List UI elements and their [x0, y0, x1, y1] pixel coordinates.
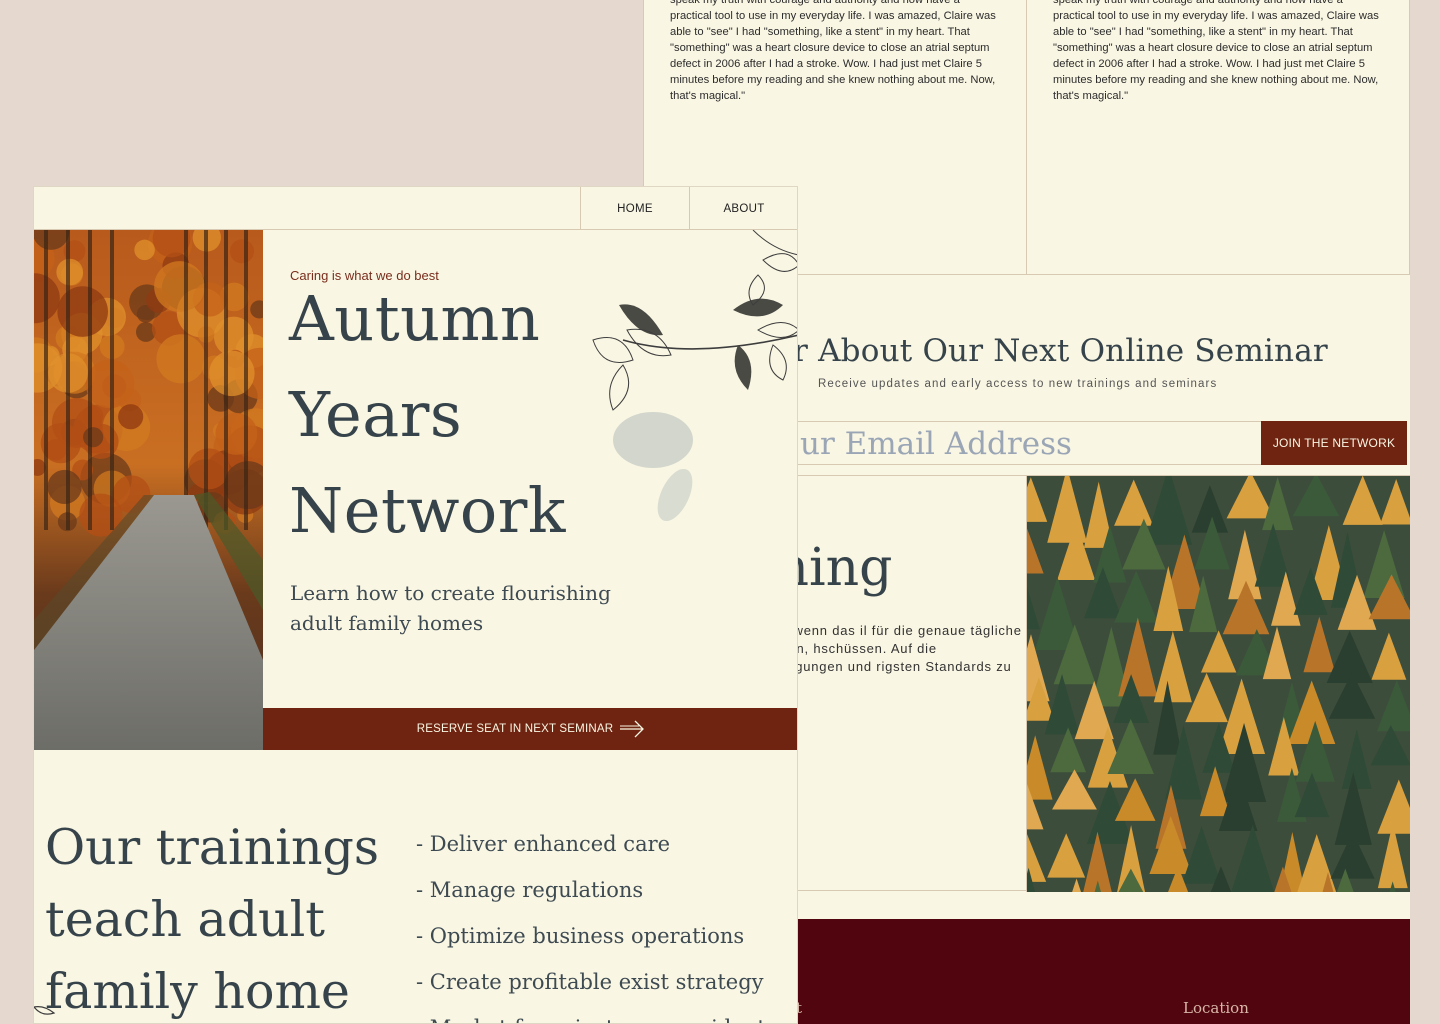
- forest-image: [1026, 476, 1410, 892]
- list-item: - Market for private pay residents: [416, 1005, 776, 1023]
- small-leaf-icon: [34, 1006, 56, 1015]
- arrow-right-icon: [620, 720, 645, 738]
- reserve-seat-label: RESERVE SEAT IN NEXT SEMINAR: [416, 723, 614, 735]
- footer-location-label: Location: [1183, 999, 1249, 1017]
- front-page-mockup: HOME ABOUT Caring is what we do best Aut…: [33, 186, 798, 1024]
- hero-subtitle: Learn how to create flourishing adult fa…: [290, 581, 611, 635]
- hero-section: Caring is what we do best Autumn Years N…: [263, 230, 797, 708]
- reserve-seat-button[interactable]: RESERVE SEAT IN NEXT SEMINAR: [263, 708, 797, 750]
- list-item: - Create profitable exist strategy: [416, 970, 764, 994]
- email-field-wrapper: [793, 421, 1261, 465]
- list-item: - Manage regulations: [416, 878, 644, 902]
- top-nav: HOME ABOUT: [34, 187, 797, 230]
- join-network-button[interactable]: JOIN THE NETWORK: [1261, 421, 1407, 465]
- autumn-road-image: [34, 230, 263, 750]
- hero-title-line: Network: [289, 474, 566, 547]
- nav-home-link[interactable]: HOME: [580, 187, 689, 230]
- trainings-list: - Deliver enhanced care - Manage regulat…: [416, 821, 776, 1023]
- list-item: - Optimize business operations: [416, 924, 745, 948]
- testimonial-text: speak my truth with courage and authorit…: [1053, 0, 1379, 102]
- seminar-title: r About Our Next Online Seminar: [793, 333, 1328, 369]
- hero-title-line: Years: [289, 378, 463, 451]
- nav-about-link[interactable]: ABOUT: [689, 187, 797, 230]
- list-item: - Deliver enhanced care: [416, 832, 671, 856]
- testimonial-card: speak my truth with courage and authorit…: [1026, 0, 1410, 275]
- email-field[interactable]: [794, 422, 1261, 464]
- trainings-heading: Our trainings teach adult family home: [45, 819, 380, 1020]
- seminar-subtitle: Receive updates and early access to new …: [818, 378, 1218, 390]
- leaf-branch-illustration: [592, 230, 797, 522]
- testimonial-text: speak my truth with courage and authorit…: [670, 0, 996, 102]
- hero-tagline: Caring is what we do best: [290, 268, 439, 283]
- hero-title-line: Autumn: [289, 282, 541, 355]
